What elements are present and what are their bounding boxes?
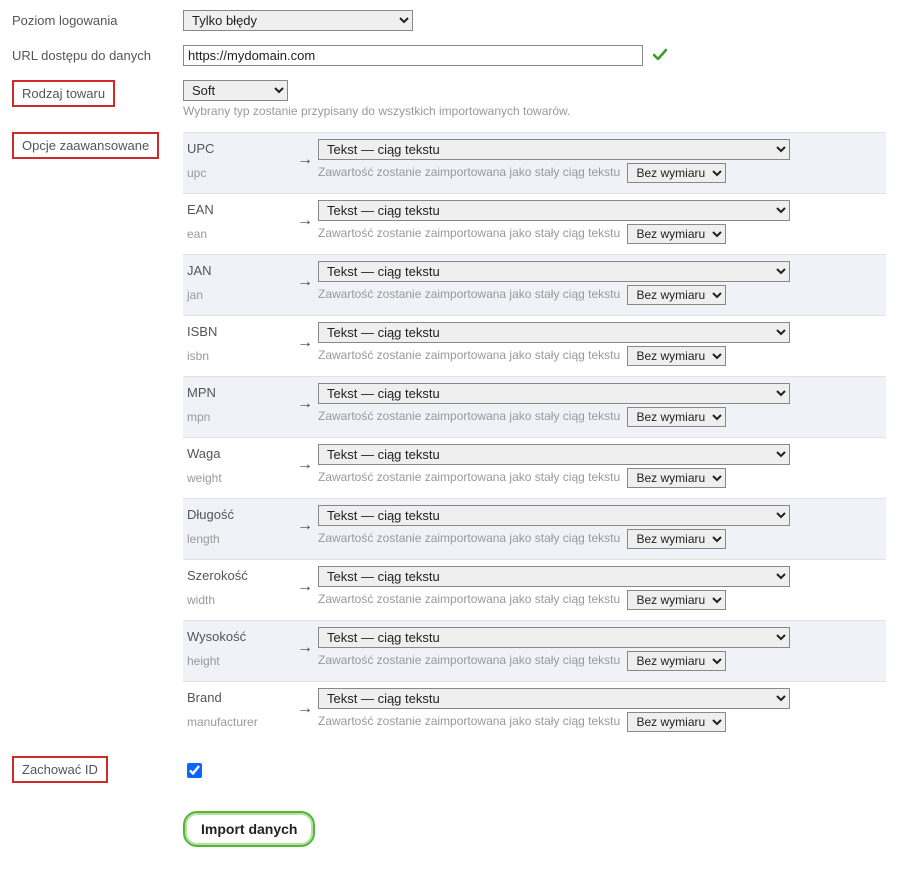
url-label: URL dostępu do danych [8,45,183,63]
check-icon [653,48,667,65]
field-row-width: Szerokość width →Tekst — ciąg tekstu Zawart… [183,559,886,620]
field-label: Wysokość [187,629,288,644]
field-row-jan: JAN jan →Tekst — ciąg tekstu Zawartość zost… [183,254,886,315]
field-label: ISBN [187,324,288,339]
field-sub: mpn [187,410,288,424]
field-row-height: Wysokość height →Tekst — ciąg tekstu Zawart… [183,620,886,681]
arrow-icon: → [292,566,318,596]
arrow-icon: → [292,627,318,657]
arrow-icon: → [292,261,318,291]
field-type-select[interactable]: Tekst — ciąg tekstu [318,322,790,343]
arrow-icon: → [292,383,318,413]
field-hint: Zawartość zostanie zaimportowana jako st… [318,226,620,240]
keep-id-checkbox[interactable] [187,763,202,778]
field-row-isbn: ISBN isbn →Tekst — ciąg tekstu Zawartość zo… [183,315,886,376]
field-dimension-select[interactable]: Bez wymiaru [627,346,726,366]
field-hint: Zawartość zostanie zaimportowana jako st… [318,165,620,179]
field-hint: Zawartość zostanie zaimportowana jako st… [318,287,620,301]
field-label: UPC [187,141,288,156]
field-type-select[interactable]: Tekst — ciąg tekstu [318,566,790,587]
field-type-select[interactable]: Tekst — ciąg tekstu [318,261,790,282]
field-sub: weight [187,471,288,485]
advanced-label: Opcje zaawansowane [12,132,159,159]
arrow-icon: → [292,505,318,535]
field-dimension-select[interactable]: Bez wymiaru [627,285,726,305]
field-type-select[interactable]: Tekst — ciąg tekstu [318,505,790,526]
field-row-mpn: MPN mpn →Tekst — ciąg tekstu Zawartość zost… [183,376,886,437]
field-sub: length [187,532,288,546]
field-label: Szerokość [187,568,288,583]
field-sub: ean [187,227,288,241]
field-type-select[interactable]: Tekst — ciąg tekstu [318,383,790,404]
field-type-select[interactable]: Tekst — ciąg tekstu [318,200,790,221]
field-sub: height [187,654,288,668]
field-sub: upc [187,166,288,180]
field-dimension-select[interactable]: Bez wymiaru [627,468,726,488]
field-row-ean: EAN ean →Tekst — ciąg tekstu Zawartość zost… [183,193,886,254]
field-sub: width [187,593,288,607]
goods-type-hint: Wybrany typ zostanie przypisany do wszys… [183,104,886,118]
goods-type-select[interactable]: Soft [183,80,288,101]
field-label: Brand [187,690,288,705]
goods-type-label: Rodzaj towaru [12,80,115,107]
arrow-icon: → [292,688,318,718]
field-label: EAN [187,202,288,217]
import-button[interactable]: Import danych [183,811,315,847]
field-hint: Zawartość zostanie zaimportowana jako st… [318,409,620,423]
field-label: MPN [187,385,288,400]
field-dimension-select[interactable]: Bez wymiaru [627,224,726,244]
arrow-icon: → [292,322,318,352]
field-row-weight: Waga weight →Tekst — ciąg tekstu Zawartość … [183,437,886,498]
field-sub: isbn [187,349,288,363]
arrow-icon: → [292,444,318,474]
field-type-select[interactable]: Tekst — ciąg tekstu [318,444,790,465]
field-type-select[interactable]: Tekst — ciąg tekstu [318,139,790,160]
field-type-select[interactable]: Tekst — ciąg tekstu [318,688,790,709]
field-dimension-select[interactable]: Bez wymiaru [627,163,726,183]
field-sub: manufacturer [187,715,288,729]
logging-select[interactable]: Tylko błędy [183,10,413,31]
field-row-upc: UPC upc →Tekst — ciąg tekstu Zawartość zost… [183,132,886,193]
arrow-icon: → [292,200,318,230]
logging-label: Poziom logowania [8,10,183,28]
url-input[interactable] [183,45,643,66]
field-type-select[interactable]: Tekst — ciąg tekstu [318,627,790,648]
field-sub: jan [187,288,288,302]
field-dimension-select[interactable]: Bez wymiaru [627,590,726,610]
field-hint: Zawartość zostanie zaimportowana jako st… [318,348,620,362]
field-dimension-select[interactable]: Bez wymiaru [627,712,726,732]
field-label: JAN [187,263,288,278]
field-label: Waga [187,446,288,461]
field-label: Długość [187,507,288,522]
arrow-icon: → [292,139,318,169]
field-hint: Zawartość zostanie zaimportowana jako st… [318,592,620,606]
field-dimension-select[interactable]: Bez wymiaru [627,529,726,549]
field-hint: Zawartość zostanie zaimportowana jako st… [318,653,620,667]
field-row-manufacturer: Brand manufacturer →Tekst — ciąg tekstu Zaw… [183,681,886,742]
field-hint: Zawartość zostanie zaimportowana jako st… [318,714,620,728]
field-hint: Zawartość zostanie zaimportowana jako st… [318,531,620,545]
field-row-length: Długość length →Tekst — ciąg tekstu Zawarto… [183,498,886,559]
field-dimension-select[interactable]: Bez wymiaru [627,407,726,427]
field-hint: Zawartość zostanie zaimportowana jako st… [318,470,620,484]
field-dimension-select[interactable]: Bez wymiaru [627,651,726,671]
